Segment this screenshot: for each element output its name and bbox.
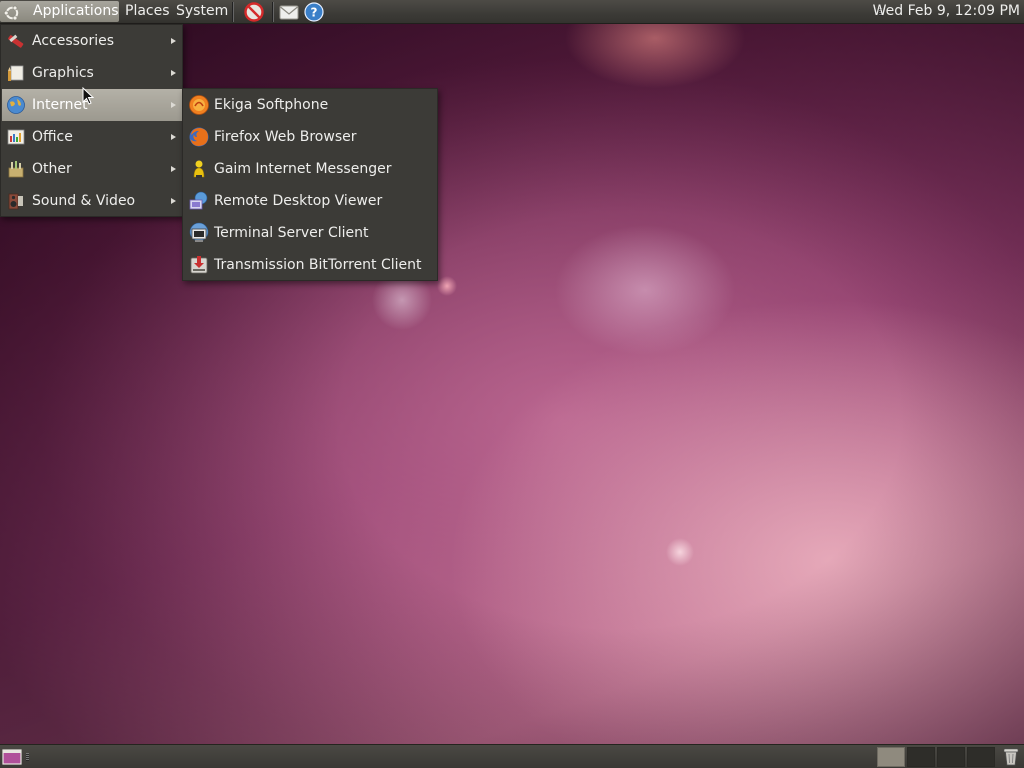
panel-handle [26, 753, 29, 761]
submenu-item-gaim[interactable]: Gaim Internet Messenger [184, 153, 436, 185]
menu-item-label: Office [32, 129, 73, 145]
graphics-icon [8, 65, 24, 81]
menu-item-label: Other [32, 161, 72, 177]
submenu-item-ekiga[interactable]: Ekiga Softphone [184, 89, 436, 121]
workspace-4[interactable] [967, 747, 995, 767]
ubuntu-logo-icon [3, 5, 19, 21]
system-menu-button[interactable]: System [170, 1, 234, 22]
no-entry-icon[interactable] [243, 1, 265, 23]
workspace-3[interactable] [937, 747, 965, 767]
menu-item-graphics[interactable]: Graphics [2, 57, 182, 89]
workspace-2[interactable] [907, 747, 935, 767]
places-menu-button[interactable]: Places [119, 1, 176, 22]
gaim-icon [193, 160, 205, 178]
applications-menu: Accessories Graphics Internet Office Oth… [0, 24, 183, 217]
menu-item-accessories[interactable]: Accessories [2, 25, 182, 57]
submenu-item-label: Remote Desktop Viewer [214, 193, 383, 209]
menu-item-label: Sound & Video [32, 193, 136, 209]
menu-item-label: Graphics [32, 65, 94, 81]
applications-menu-button[interactable]: Applications [0, 1, 119, 22]
menu-item-sound-video[interactable]: Sound & Video [2, 185, 182, 217]
terminal-server-icon [189, 222, 209, 242]
submenu-arrow-icon [171, 198, 176, 204]
submenu-item-label: Gaim Internet Messenger [214, 161, 392, 177]
applications-menu-label: Applications [33, 3, 119, 19]
places-menu-label: Places [125, 3, 170, 19]
menu-item-other[interactable]: Other [2, 153, 182, 185]
internet-icon [7, 96, 25, 114]
menu-item-label: Accessories [32, 33, 115, 49]
submenu-item-label: Transmission BitTorrent Client [214, 257, 422, 273]
submenu-item-firefox[interactable]: Firefox Web Browser [184, 121, 436, 153]
sound-video-icon [8, 193, 23, 210]
transmission-icon [190, 256, 208, 274]
show-desktop-icon[interactable] [2, 748, 22, 766]
menu-item-label: Internet [32, 97, 88, 113]
bottom-panel [0, 744, 1024, 768]
submenu-item-remote-desktop[interactable]: Remote Desktop Viewer [184, 185, 436, 217]
clock[interactable]: Wed Feb 9, 12:09 PM [873, 0, 1022, 23]
mouse-cursor-icon [82, 87, 94, 105]
system-menu-label: System [176, 3, 229, 19]
submenu-item-label: Ekiga Softphone [214, 97, 329, 113]
submenu-item-label: Terminal Server Client [214, 225, 369, 241]
workspace-1[interactable] [877, 747, 905, 767]
internet-submenu: Ekiga Softphone Firefox Web Browser Gaim… [182, 88, 438, 281]
submenu-arrow-icon [171, 38, 176, 44]
top-panel: Applications Places System ? Wed Feb 9, … [0, 0, 1024, 24]
panel-separator [232, 2, 234, 22]
submenu-arrow-icon [171, 102, 176, 108]
other-icon [8, 161, 24, 178]
submenu-arrow-icon [171, 70, 176, 76]
submenu-item-transmission[interactable]: Transmission BitTorrent Client [184, 249, 436, 281]
submenu-arrow-icon [171, 166, 176, 172]
remote-desktop-icon [189, 191, 208, 210]
submenu-item-label: Firefox Web Browser [214, 129, 357, 145]
menu-item-office[interactable]: Office [2, 121, 182, 153]
trash-icon[interactable] [1002, 746, 1020, 767]
office-icon [7, 129, 25, 145]
panel-separator [272, 2, 274, 22]
submenu-arrow-icon [171, 134, 176, 140]
mail-icon[interactable] [278, 1, 300, 23]
submenu-item-terminal-server[interactable]: Terminal Server Client [184, 217, 436, 249]
firefox-icon [189, 127, 209, 147]
accessories-icon [8, 34, 24, 48]
ekiga-icon [189, 95, 209, 115]
svg-text:?: ? [311, 6, 318, 20]
help-icon[interactable]: ? [303, 1, 325, 23]
